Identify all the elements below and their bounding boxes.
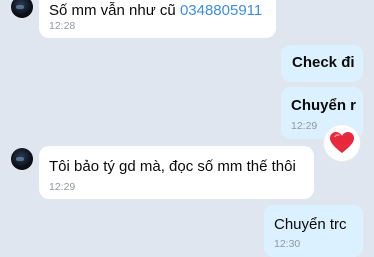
message-timestamp: 12:28 (49, 20, 76, 32)
message-outgoing[interactable]: Check đi (281, 45, 363, 82)
message-timestamp: 12:29 (49, 181, 76, 193)
sender-avatar[interactable] (11, 0, 33, 18)
message-text: Chuyển trc (274, 216, 347, 233)
message-incoming[interactable]: Tôi bảo tý gd mà, đọc số mm thế thôi 12:… (39, 146, 314, 199)
message-text: Tôi bảo tý gd mà, đọc số mm thế thôi (49, 158, 296, 175)
message-text: Số mm vẫn như cũ 0348805911 (49, 2, 262, 19)
message-text: Chuyển r (291, 97, 357, 114)
message-text-prefix: Số mm vẫn như cũ (49, 2, 180, 19)
message-incoming-phone[interactable]: Số mm vẫn như cũ 0348805911 12:28 (39, 0, 276, 38)
message-outgoing[interactable]: Chuyển trc 12:30 (264, 205, 363, 257)
message-text: Check đi (292, 54, 355, 71)
heart-icon (330, 132, 354, 153)
sender-avatar[interactable] (11, 148, 33, 170)
phone-number-link[interactable]: 0348805911 (180, 2, 262, 19)
message-timestamp: 12:29 (291, 120, 318, 132)
reaction-badge[interactable] (324, 125, 360, 161)
message-timestamp: 12:30 (274, 238, 301, 250)
